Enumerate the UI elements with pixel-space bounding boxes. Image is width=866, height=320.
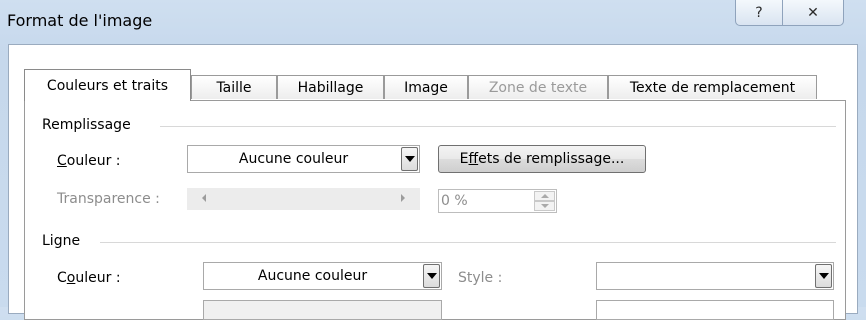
fill-color-label: Couleur : — [57, 153, 121, 169]
line-color-label: Couleur : — [57, 270, 121, 286]
tab-label: Taille — [216, 79, 252, 96]
slider-right-arrow-icon — [401, 194, 405, 202]
dropdown-arrow-icon[interactable] — [401, 147, 418, 171]
fill-color-dropdown[interactable]: Aucune couleur — [187, 145, 420, 173]
tab-label: Habillage — [297, 79, 364, 96]
tab-label: Texte de remplacement — [629, 79, 796, 96]
tab-habillage[interactable]: Habillage — [277, 75, 384, 99]
line-color-value: Aucune couleur — [257, 268, 368, 284]
fill-effects-button[interactable]: Effets de remplissage... — [438, 145, 646, 173]
tab-image[interactable]: Image — [384, 75, 468, 99]
format-image-dialog: Format de l'image ? ✕ Couleurs et traits… — [0, 0, 866, 320]
help-icon: ? — [755, 4, 763, 21]
tab-label: Image — [404, 79, 448, 96]
spin-up-icon — [534, 191, 555, 201]
slider-left-arrow-icon — [202, 194, 206, 202]
tab-taille[interactable]: Taille — [191, 75, 277, 99]
transparency-spinner: 0 % — [438, 189, 557, 213]
close-button[interactable]: ✕ — [782, 0, 844, 26]
fill-section-title: Remplissage — [42, 117, 137, 133]
line-section-title: Ligne — [42, 233, 87, 249]
line-dash-dropdown-partial[interactable] — [203, 300, 442, 320]
line-style-dropdown[interactable] — [596, 262, 834, 290]
transparency-value: 0 % — [441, 193, 468, 209]
help-button[interactable]: ? — [735, 0, 783, 26]
dropdown-arrow-icon[interactable] — [815, 264, 832, 288]
tab-label: Couleurs et traits — [46, 77, 169, 94]
transparency-slider — [187, 188, 420, 210]
line-weight-dropdown-partial[interactable] — [596, 300, 834, 320]
line-style-label: Style : — [458, 270, 503, 286]
title-bar[interactable]: Format de l'image ? ✕ — [0, 0, 866, 42]
tab-couleurs-et-traits[interactable]: Couleurs et traits — [24, 69, 191, 101]
line-section-divider — [100, 242, 836, 243]
line-color-dropdown[interactable]: Aucune couleur — [203, 262, 442, 290]
tab-zone-de-texte: Zone de texte — [468, 75, 608, 99]
close-icon: ✕ — [807, 4, 819, 21]
tab-texte-de-remplacement[interactable]: Texte de remplacement — [608, 75, 817, 99]
tab-label: Zone de texte — [488, 79, 588, 96]
transparency-label: Transparence : — [57, 191, 160, 207]
window-title: Format de l'image — [7, 11, 153, 30]
spin-down-icon — [534, 201, 555, 211]
fill-effects-button-label: Effets de remplissage... — [459, 151, 625, 167]
fill-section-divider — [160, 126, 836, 127]
line-style-value — [597, 263, 813, 289]
dropdown-arrow-icon[interactable] — [423, 264, 440, 288]
fill-color-value: Aucune couleur — [238, 151, 349, 167]
